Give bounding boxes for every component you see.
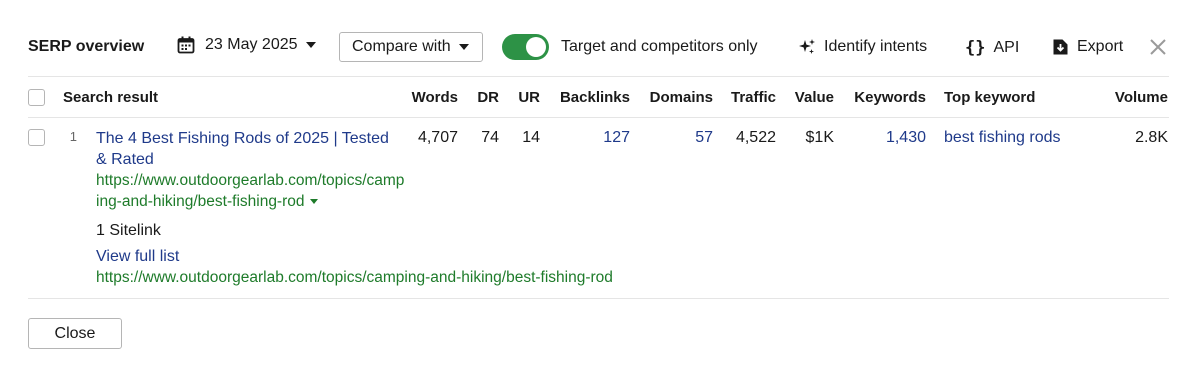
column-header-traffic[interactable]: Traffic	[722, 89, 776, 106]
chevron-down-icon[interactable]	[309, 199, 318, 205]
cell-dr: 74	[481, 129, 499, 146]
api-button[interactable]: {} API	[965, 38, 1019, 58]
sitelink-count: 1 Sitelink	[96, 222, 161, 239]
download-icon	[1052, 38, 1069, 56]
cell-volume: 2.8K	[1135, 129, 1168, 146]
column-header-words[interactable]: Words	[398, 89, 458, 106]
divider	[28, 298, 1169, 299]
result-url-text[interactable]: https://www.outdoorgearlab.com/topics/ca…	[96, 172, 404, 210]
toggle-label: Target and competitors only	[561, 38, 758, 55]
cell-value: $1K	[805, 129, 834, 146]
calendar-icon	[177, 36, 195, 54]
column-header-top-keyword[interactable]: Top keyword	[944, 89, 1035, 106]
date-picker[interactable]: 23 May 2025	[177, 36, 316, 54]
compare-label: Compare with	[352, 38, 451, 55]
close-icon[interactable]	[1149, 38, 1167, 56]
divider	[28, 117, 1169, 118]
column-header-volume[interactable]: Volume	[1098, 89, 1168, 106]
result-url[interactable]: https://www.outdoorgearlab.com/topics/ca…	[96, 170, 406, 212]
cell-ur: 14	[522, 129, 540, 146]
column-header-ur[interactable]: UR	[510, 89, 540, 106]
column-header-backlinks[interactable]: Backlinks	[550, 89, 630, 106]
api-label: API	[993, 39, 1020, 56]
cell-keywords-link[interactable]: 1,430	[843, 129, 926, 147]
select-all-checkbox[interactable]	[28, 89, 45, 106]
column-header-keywords[interactable]: Keywords	[843, 89, 926, 106]
chevron-down-icon	[305, 42, 316, 48]
sitelink-url[interactable]: https://www.outdoorgearlab.com/topics/ca…	[96, 269, 613, 287]
page-title: SERP overview	[28, 38, 145, 55]
identify-intents-label: Identify intents	[824, 38, 928, 55]
column-header-dr[interactable]: DR	[469, 89, 499, 106]
position-number: 1	[69, 129, 77, 144]
cell-backlinks-link[interactable]: 127	[550, 129, 630, 147]
column-header-domains[interactable]: Domains	[640, 89, 713, 106]
serp-toolbar: SERP overview 23 May 2025 Compare with T…	[0, 0, 1200, 76]
chevron-down-icon	[458, 44, 469, 50]
cell-top-keyword-link[interactable]: best fishing rods	[944, 129, 1061, 147]
divider	[28, 76, 1169, 77]
compare-with-dropdown[interactable]: Compare with	[339, 32, 483, 62]
toggle-knob	[526, 37, 546, 57]
braces-icon: {}	[965, 38, 986, 58]
column-header-search-result[interactable]: Search result	[63, 89, 158, 106]
cell-traffic: 4,522	[735, 129, 776, 146]
close-button[interactable]: Close	[28, 318, 122, 349]
export-label: Export	[1077, 38, 1124, 55]
cell-words: 4,707	[417, 129, 458, 146]
result-title-link[interactable]: The 4 Best Fishing Rods of 2025 | Tested…	[96, 128, 396, 170]
column-header-value[interactable]: Value	[785, 89, 834, 106]
date-label: 23 May 2025	[205, 36, 298, 53]
cell-domains-link[interactable]: 57	[640, 129, 713, 147]
view-full-list-link[interactable]: View full list	[96, 248, 179, 266]
target-competitors-toggle[interactable]	[502, 34, 549, 60]
close-button-label: Close	[54, 324, 96, 342]
export-button[interactable]: Export	[1052, 38, 1123, 56]
identify-intents-button[interactable]: Identify intents	[798, 38, 927, 56]
row-checkbox[interactable]	[28, 129, 45, 146]
sparkle-icon	[798, 38, 816, 56]
